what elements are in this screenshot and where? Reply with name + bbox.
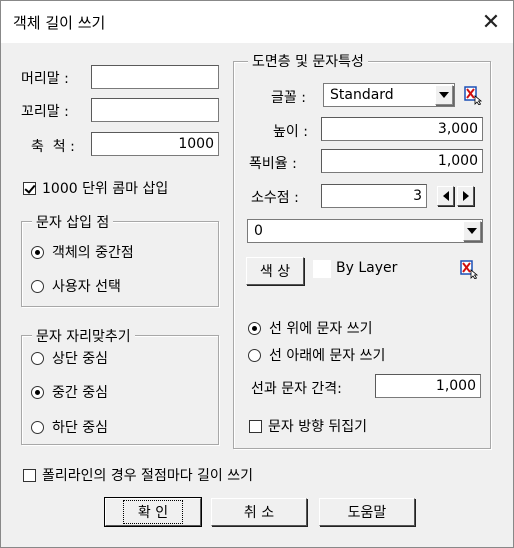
scale-input[interactable]: 1000 [91,132,219,156]
chevron-down-icon [435,85,453,105]
help-button[interactable]: 도움말 [319,498,415,526]
align-legend: 문자 자리맞추기 [32,326,135,346]
radio-label: 중간 중심 [52,385,108,401]
font-value: Standard [330,87,394,103]
radio-top-center[interactable]: 상단 중심 [31,348,108,368]
help-button-label: 도움말 [347,505,387,521]
window-title: 객체 길이 쓰기 [13,14,106,32]
dialog: 객체 길이 쓰기 ✕ 머리말 : 꼬리말 : 축 척 : 1000 1000 단… [0,0,514,548]
close-icon: ✕ [481,9,501,35]
radio-dot [248,348,261,362]
radio-label: 상단 중심 [52,351,108,367]
radio-dot [248,321,261,335]
polyline-checkbox[interactable]: 폴리라인의 경우 절점마다 길이 쓰기 [23,465,253,485]
decimal-decrement-button[interactable] [437,186,454,206]
font-select[interactable]: Standard [323,83,455,107]
radio-midpoint[interactable]: 객체의 중간점 [31,242,134,262]
width-ratio-label: 폭비율 : [249,156,297,172]
insert-point-legend: 문자 삽입 점 [32,212,114,232]
thousands-comma-checkbox[interactable]: 1000 단위 콤마 삽입 [23,178,168,198]
radio-label: 선 아래에 문자 쓰기 [269,348,386,364]
width-ratio-input[interactable]: 1,000 [321,149,483,173]
font-settings-icon[interactable] [463,85,483,105]
radio-user-select[interactable]: 사용자 선택 [31,276,121,296]
checkbox-box [23,468,36,482]
chevron-down-icon [463,221,481,241]
ok-button[interactable]: 확 인 [104,497,202,527]
cancel-button[interactable]: 취 소 [211,498,307,526]
flip-text-checkbox[interactable]: 문자 방향 뒤집기 [249,416,367,436]
radio-dot [31,279,44,293]
checkbox-box [23,181,36,195]
radio-middle-center[interactable]: 중간 중심 [31,382,108,402]
radio-label: 선 위에 문자 쓰기 [269,321,373,337]
ok-button-label: 확 인 [122,500,184,524]
cancel-button-label: 취 소 [243,505,275,521]
decimal-label: 소수점 : [251,190,299,206]
radio-dot [31,351,44,365]
radio-text-above[interactable]: 선 위에 문자 쓰기 [248,318,373,338]
radio-label: 하단 중심 [52,420,108,436]
layer-settings-icon[interactable] [459,259,479,279]
gap-label: 선과 문자 간격: [251,381,342,397]
radio-label: 사용자 선택 [52,279,121,295]
color-swatch [313,260,331,278]
thousands-comma-label: 1000 단위 콤마 삽입 [42,181,169,197]
arrow-right-icon [462,191,469,201]
color-button-label: 색 상 [259,264,291,280]
close-button[interactable]: ✕ [469,1,513,43]
title-bar: 객체 길이 쓰기 ✕ [1,1,513,43]
scale-label: 축 척 : [31,139,75,155]
color-button[interactable]: 색 상 [246,257,304,285]
radio-label: 객체의 중간점 [52,245,134,261]
decimal-input[interactable]: 3 [321,184,427,208]
header-label: 머리말 : [21,71,69,87]
layer-value: 0 [254,223,263,239]
layer-select[interactable]: 0 [247,219,483,243]
height-label: 높이 : [273,124,308,140]
radio-text-below[interactable]: 선 아래에 문자 쓰기 [248,345,385,365]
polyline-label: 폴리라인의 경우 절점마다 길이 쓰기 [42,468,253,484]
radio-bottom-center[interactable]: 하단 중심 [31,417,108,437]
footer-label: 꼬리말 : [21,104,69,120]
arrow-left-icon [442,191,449,201]
height-input[interactable]: 3,000 [321,117,483,141]
radio-dot [31,245,44,259]
footer-input[interactable] [91,98,219,122]
by-layer-label: By Layer [336,260,398,276]
flip-text-label: 문자 방향 뒤집기 [268,419,368,435]
font-label: 글꼴 : [271,90,306,106]
checkbox-box [249,419,262,433]
gap-input[interactable]: 1,000 [375,374,481,398]
layer-text-legend: 도면층 및 문자특성 [248,51,368,71]
header-input[interactable] [91,65,219,89]
decimal-increment-button[interactable] [457,186,474,206]
radio-dot [31,385,44,399]
radio-dot [31,420,44,434]
